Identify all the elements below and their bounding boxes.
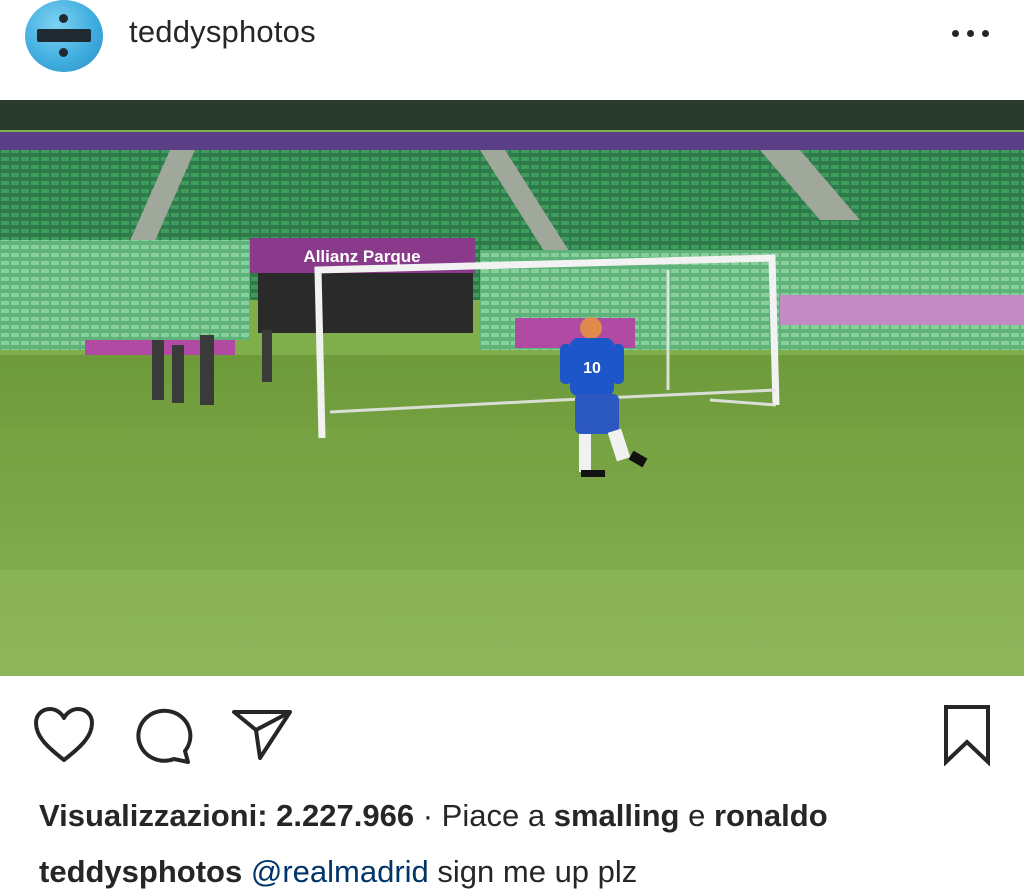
- likes-prefix: Piace a: [441, 798, 546, 833]
- caption-text: sign me up plz: [437, 854, 638, 889]
- avatar[interactable]: [25, 0, 103, 72]
- caption-username[interactable]: teddysphotos: [39, 854, 242, 889]
- post-header: teddysphotos: [0, 0, 1024, 100]
- post-stats: Visualizzazioni: 2.227.966 · Piace a sma…: [39, 796, 828, 836]
- post-username[interactable]: teddysphotos: [129, 14, 316, 50]
- divide-dot: [59, 48, 68, 57]
- caption-mention[interactable]: @realmadrid: [251, 854, 429, 889]
- post-caption: teddysphotos @realmadrid sign me up plz: [39, 852, 637, 892]
- post-media[interactable]: Allianz Parque 10: [0, 100, 1024, 676]
- jersey-number: 10: [583, 360, 601, 377]
- more-options-icon[interactable]: [946, 22, 996, 46]
- divide-bar: [37, 29, 91, 42]
- liker-link[interactable]: smalling: [554, 798, 680, 833]
- send-icon[interactable]: [230, 708, 294, 762]
- heart-icon[interactable]: [32, 706, 96, 764]
- liker-link[interactable]: ronaldo: [714, 798, 828, 833]
- post-actions: [0, 676, 1024, 796]
- views-count[interactable]: 2.227.966: [276, 798, 414, 833]
- views-label: Visualizzazioni:: [39, 798, 268, 833]
- bookmark-icon[interactable]: [942, 704, 992, 766]
- stadium-sign: Allianz Parque: [303, 247, 420, 266]
- comment-icon[interactable]: [133, 707, 193, 765]
- divide-symbol-icon: [59, 14, 68, 23]
- separator: ·: [422, 798, 434, 833]
- stadium-video-frame: Allianz Parque 10: [0, 100, 1024, 676]
- likes-conjunction: e: [688, 798, 706, 833]
